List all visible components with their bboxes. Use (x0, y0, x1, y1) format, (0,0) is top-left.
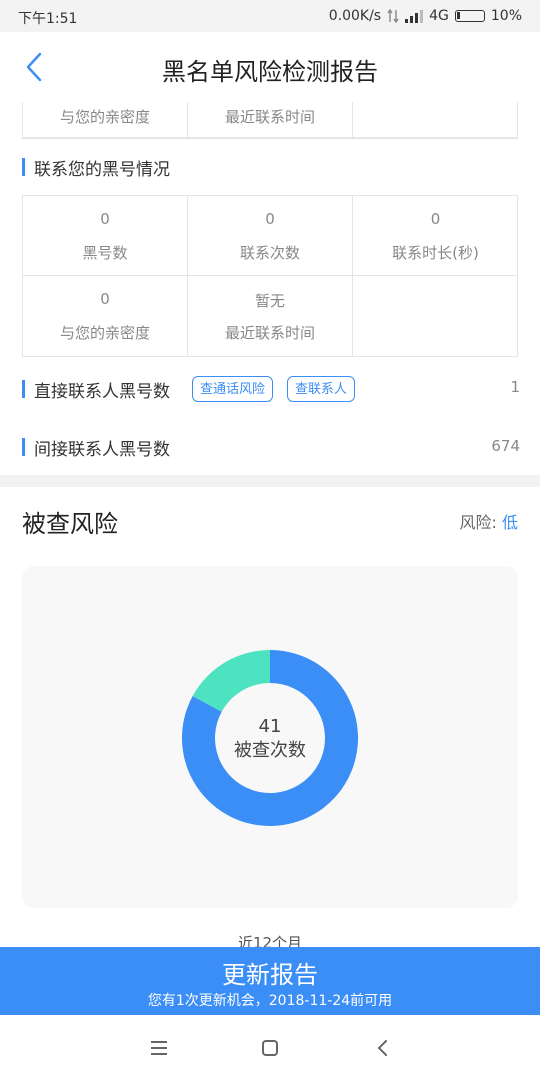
partial-cell (353, 102, 518, 138)
back-icon[interactable] (368, 1033, 398, 1063)
battery-level: 10% (490, 8, 522, 24)
stat-cell-intimacy: 0 与您的亲密度 (23, 276, 188, 356)
status-time: 下午1:51 (18, 11, 78, 27)
network-type: 4G (429, 8, 449, 24)
data-transfer-icon (387, 9, 399, 23)
stat-value: 0 (100, 210, 110, 228)
stat-label: 与您的亲密度 (59, 324, 150, 342)
partial-grid: 与您的亲密度 最近联系时间 (22, 102, 518, 139)
stat-cell-blacklist-count: 0 黑号数 (23, 196, 188, 276)
nav-bar: 黑名单风险检测报告 (0, 32, 540, 102)
stat-label: 黑号数 (82, 244, 128, 262)
donut-center-value: 41 (258, 716, 282, 737)
stat-label: 联系时长(秒) (392, 244, 479, 262)
risk-title: 被查风险 (22, 510, 118, 538)
partial-cell-label: 与您的亲密度 (59, 108, 150, 126)
system-nav-bar (0, 1015, 540, 1080)
stat-value: 0 (100, 290, 110, 308)
partial-cell: 与您的亲密度 (23, 102, 188, 138)
battery-icon (454, 10, 485, 22)
update-report-title: 更新报告 (222, 961, 318, 989)
partial-cell: 最近联系时间 (188, 102, 353, 138)
risk-chart-card: 41 被查次数 (22, 566, 518, 908)
menu-icon[interactable] (144, 1033, 174, 1063)
stat-cell-empty (353, 276, 518, 356)
update-report-button[interactable]: 更新报告 您有1次更新机会，2018-11-24前可用 (0, 947, 540, 1015)
check-call-risk-button[interactable]: 查通话风险 (192, 376, 274, 402)
stat-cell-contact-duration: 0 联系时长(秒) (353, 196, 518, 276)
direct-contacts-title: 直接联系人黑号数 (34, 381, 170, 402)
blacklist-stats-grid: 0 黑号数 0 联系次数 0 联系时长(秒) 0 与您的亲密度 暂无 最近联系时… (22, 195, 518, 357)
direct-contacts-count: 1 (510, 378, 520, 396)
section-accent-bar (22, 380, 25, 398)
indirect-contacts-count: 674 (491, 437, 520, 455)
status-right: 0.00K/s 4G 10% (329, 8, 522, 24)
page-title: 黑名单风险检测报告 (162, 58, 378, 86)
status-bar: 下午1:51 0.00K/s 4G 10% (0, 0, 540, 32)
check-contacts-button[interactable]: 查联系人 (287, 376, 356, 402)
stat-value: 0 (265, 210, 275, 228)
direct-contacts-header: 直接联系人黑号数 (22, 378, 170, 402)
stat-cell-contact-times: 0 联系次数 (188, 196, 353, 276)
section-title: 联系您的黑号情况 (34, 159, 170, 180)
indirect-contacts-header: 间接联系人黑号数 (22, 436, 170, 460)
home-icon[interactable] (255, 1033, 285, 1063)
risk-level: 风险: 低 (459, 509, 518, 533)
stat-value: 0 (430, 210, 441, 228)
stat-label: 联系次数 (239, 244, 300, 262)
network-speed: 0.00K/s (328, 8, 382, 24)
donut-center-label: 被查次数 (234, 740, 306, 761)
section-divider (0, 475, 540, 487)
risk-level-value: 低 (501, 513, 518, 532)
section-accent-bar (22, 158, 25, 176)
stat-value: 暂无 (254, 292, 285, 310)
partial-cell-label: 最近联系时间 (224, 108, 315, 126)
stat-label: 最近联系时间 (224, 324, 315, 342)
blacklist-section-header: 联系您的黑号情况 (22, 156, 170, 180)
update-report-subtitle: 您有1次更新机会，2018-11-24前可用 (147, 993, 393, 1009)
indirect-contacts-title: 间接联系人黑号数 (34, 439, 170, 460)
signal-icon (405, 10, 424, 23)
stat-cell-last-contact: 暂无 最近联系时间 (188, 276, 353, 356)
section-accent-bar (22, 438, 25, 456)
risk-level-label: 风险: (459, 513, 497, 532)
